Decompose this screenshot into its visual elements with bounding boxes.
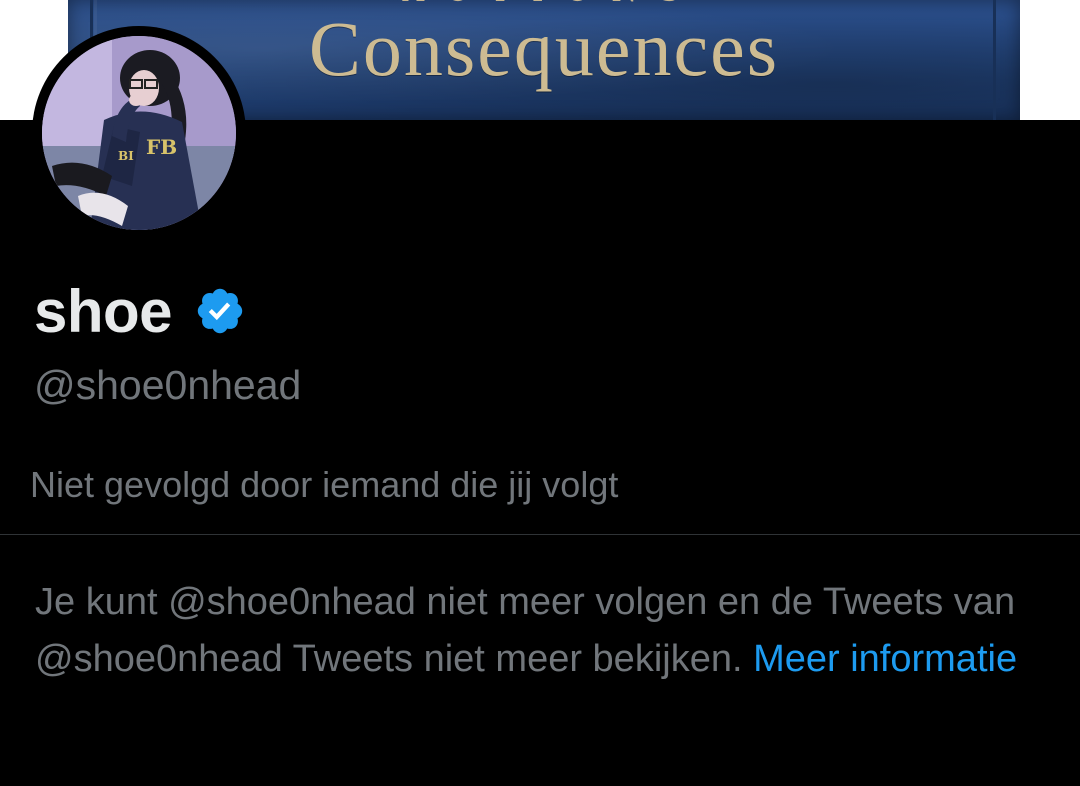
svg-text:BI: BI	[118, 149, 134, 163]
display-name: shoe	[34, 277, 173, 345]
follow-status: Niet gevolgd door iemand die jij volgt	[30, 464, 619, 505]
display-name-row: shoe	[34, 276, 246, 346]
profile-handle: @shoe0nhead	[34, 362, 302, 408]
avatar[interactable]: FB BI	[42, 36, 236, 230]
avatar-ring: FB BI	[32, 26, 246, 240]
divider	[0, 534, 1080, 535]
learn-more-link[interactable]: Meer informatie	[753, 638, 1017, 680]
svg-text:FB: FB	[146, 135, 177, 159]
block-notice: Je kunt @shoe0nhead niet meer volgen en …	[35, 574, 1035, 688]
verified-badge-icon[interactable]	[194, 285, 246, 337]
